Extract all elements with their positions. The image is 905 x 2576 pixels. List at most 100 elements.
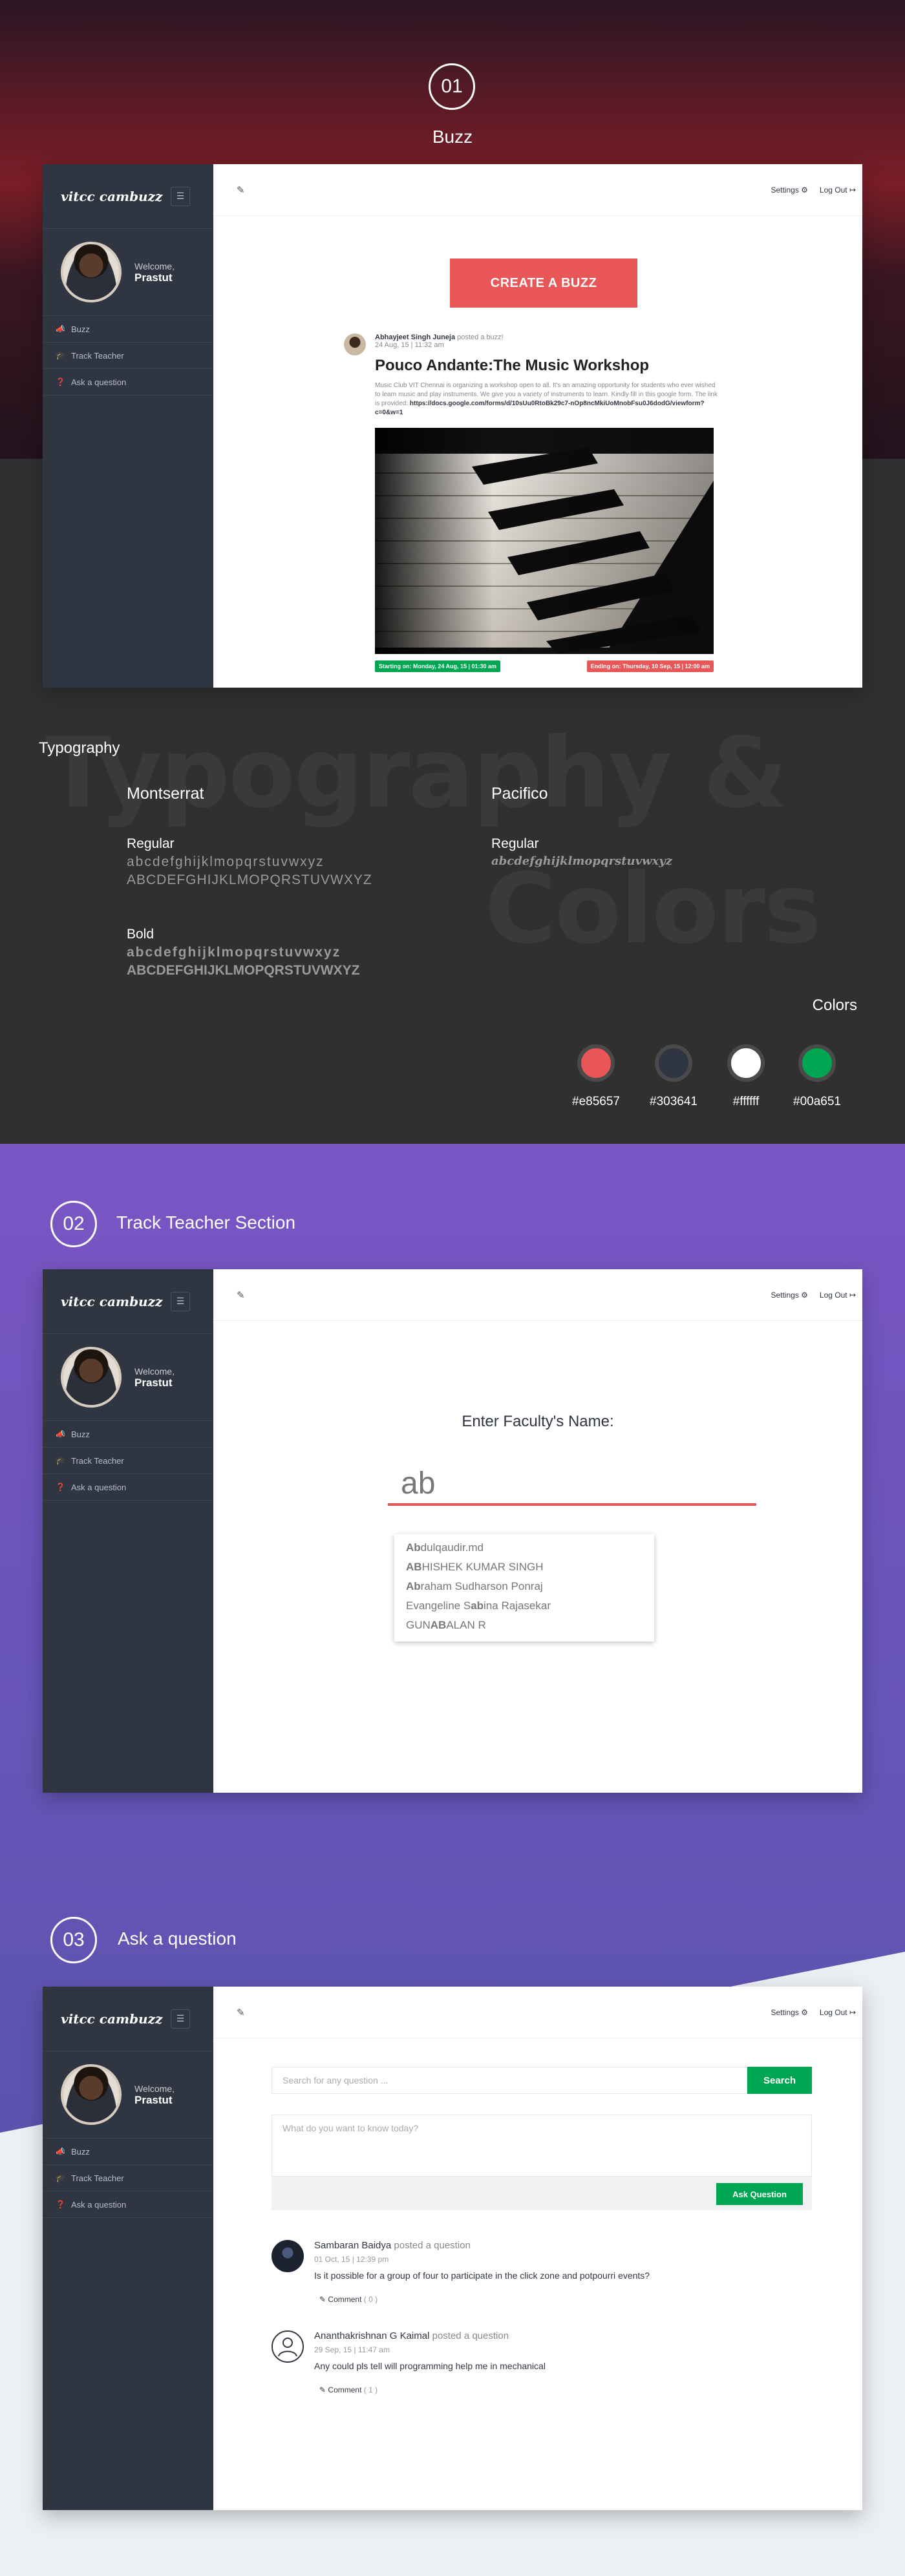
- comment-link[interactable]: ✎ Comment ( 0 ): [319, 2295, 650, 2304]
- sidebar-item-ask-question[interactable]: ❓ Ask a question: [43, 2191, 213, 2218]
- end-date-badge: Ending on: Thursday, 10 Sep, 15 | 12:00 …: [586, 660, 714, 672]
- question-icon: ❓: [56, 2200, 65, 2209]
- avatar[interactable]: [61, 1347, 122, 1408]
- color-swatch-red: [577, 1044, 615, 1082]
- user-name: Prastut: [134, 271, 173, 284]
- regular-lowercase-sample: abcdefghijklmopqrstuvwxyz: [127, 854, 325, 869]
- question-author[interactable]: Sambaran Baidya: [314, 2240, 391, 2251]
- logout-link[interactable]: Log Out ↦: [820, 1291, 856, 1300]
- question-date: 01 Oct, 15 | 12:39 pm: [314, 2255, 389, 2264]
- faculty-name-input[interactable]: [388, 1463, 756, 1506]
- sidebar-item-label: Buzz: [71, 2146, 90, 2157]
- sidebar-item-label: Ask a question: [71, 377, 127, 387]
- app-window-ask: vitcc cambuzz ☰ Welcome, Prastut 📣 Buzz 🎓 T…: [43, 1987, 862, 2510]
- app-logo[interactable]: vitcc cambuzz: [61, 1294, 162, 1309]
- post-date: 24 Aug, 15 | 11:32 am: [375, 341, 444, 349]
- section-title-buzz: Buzz: [432, 127, 473, 147]
- comment-icon: ✎: [319, 2385, 326, 2394]
- user-profile: Welcome, Prastut: [43, 1334, 213, 1421]
- color-swatch-green: [798, 1044, 836, 1082]
- app-window-buzz: vitcc cambuzz ☰ Welcome, Prastut 📣 Buzz 🎓 T…: [43, 164, 862, 688]
- settings-link[interactable]: Settings ⚙: [771, 1291, 807, 1300]
- section-title-ask: Ask a question: [118, 1928, 237, 1948]
- edit-icon[interactable]: ✎: [237, 1289, 245, 1301]
- welcome-text: Welcome,: [134, 2084, 175, 2094]
- sidebar-item-buzz[interactable]: 📣 Buzz: [43, 316, 213, 343]
- menu-toggle-icon[interactable]: ☰: [171, 1291, 190, 1311]
- question-textarea[interactable]: What do you want to know today?: [272, 2115, 812, 2177]
- edit-icon[interactable]: ✎: [237, 184, 245, 196]
- sidebar-item-label: Buzz: [71, 324, 90, 334]
- question-icon: ❓: [56, 377, 65, 386]
- suggestion-item[interactable]: Abdulqaudir.md: [406, 1538, 643, 1557]
- user-profile: Welcome, Prastut: [43, 2051, 213, 2138]
- sidebar-item-label: Track Teacher: [71, 1455, 124, 1466]
- question-author[interactable]: Ananthakrishnan G Kaimal: [314, 2330, 429, 2341]
- post-title: Pouco Andante:The Music Workshop: [375, 357, 650, 374]
- faculty-prompt: Enter Faculty's Name:: [462, 1413, 614, 1430]
- comment-icon: ✎: [319, 2295, 326, 2304]
- logout-link[interactable]: Log Out ↦: [820, 185, 856, 195]
- app-window-track: vitcc cambuzz ☰ Welcome, Prastut 📣 Buzz 🎓 T…: [43, 1269, 862, 1793]
- user-name: Prastut: [134, 2094, 173, 2106]
- bold-label: Bold: [127, 927, 154, 942]
- suggestion-item[interactable]: GUNABALAN R: [406, 1616, 643, 1635]
- sidebar: vitcc cambuzz ☰ Welcome, Prastut 📣 Buzz 🎓 T…: [43, 164, 213, 688]
- sidebar-item-buzz[interactable]: 📣 Buzz: [43, 1421, 213, 1448]
- question-author-avatar[interactable]: [272, 2240, 304, 2272]
- question-author-avatar[interactable]: [272, 2330, 304, 2363]
- avatar[interactable]: [61, 2064, 122, 2125]
- color-swatch-dark: [655, 1044, 692, 1082]
- suggestion-item[interactable]: ABHISHEK KUMAR SINGH: [406, 1557, 643, 1577]
- question-text: Any could pls tell will programming help…: [314, 2361, 546, 2371]
- settings-link[interactable]: Settings ⚙: [771, 185, 807, 195]
- welcome-text: Welcome,: [134, 1366, 175, 1377]
- menu-toggle-icon[interactable]: ☰: [171, 2009, 190, 2029]
- graduation-cap-icon: 🎓: [56, 351, 65, 360]
- megaphone-icon: 📣: [56, 1430, 65, 1439]
- sidebar-item-buzz[interactable]: 📣 Buzz: [43, 2138, 213, 2165]
- post-author-avatar[interactable]: [344, 333, 366, 355]
- suggestion-item[interactable]: Abraham Sudharson Ponraj: [406, 1577, 643, 1596]
- color-hex-red: #e85657: [572, 1095, 620, 1108]
- post-image-piano: [375, 428, 714, 654]
- settings-link[interactable]: Settings ⚙: [771, 2008, 807, 2017]
- question-icon: ❓: [56, 1483, 65, 1492]
- app-logo[interactable]: vitcc cambuzz: [61, 2011, 162, 2027]
- create-buzz-button[interactable]: CREATE A BUZZ: [450, 259, 637, 308]
- sidebar-item-track-teacher[interactable]: 🎓 Track Teacher: [43, 343, 213, 369]
- sidebar-item-track-teacher[interactable]: 🎓 Track Teacher: [43, 1448, 213, 1474]
- logout-link[interactable]: Log Out ↦: [820, 2008, 856, 2017]
- regular-label: Regular: [127, 836, 175, 851]
- font-name-montserrat: Montserrat: [127, 785, 204, 803]
- app-logo[interactable]: vitcc cambuzz: [61, 189, 162, 204]
- sidebar: vitcc cambuzz ☰ Welcome, Prastut 📣 Buzz 🎓 T…: [43, 1269, 213, 1793]
- avatar[interactable]: [61, 242, 122, 302]
- edit-icon[interactable]: ✎: [237, 2007, 245, 2018]
- font-name-pacifico: Pacifico: [491, 785, 548, 803]
- sidebar-item-ask-question[interactable]: ❓ Ask a question: [43, 1474, 213, 1501]
- post-action: posted a buzz!: [457, 333, 504, 341]
- post-link[interactable]: https://docs.google.com/forms/d/10sUu0Rt…: [375, 400, 705, 416]
- sidebar-item-label: Ask a question: [71, 1482, 127, 1492]
- color-hex-white: #ffffff: [732, 1095, 760, 1108]
- question-date: 29 Sep, 15 | 11:47 am: [314, 2345, 390, 2354]
- post-meta: Abhayjeet Singh Juneja posted a buzz! 24…: [375, 333, 504, 349]
- menu-toggle-icon[interactable]: ☰: [171, 186, 190, 206]
- bold-lowercase-sample: abcdefghijklmopqrstuvwxyz: [127, 945, 341, 960]
- section-title-track: Track Teacher Section: [116, 1212, 296, 1232]
- comment-link[interactable]: ✎ Comment ( 1 ): [319, 2385, 546, 2394]
- sidebar-item-track-teacher[interactable]: 🎓 Track Teacher: [43, 2165, 213, 2191]
- sidebar-item-label: Track Teacher: [71, 2173, 124, 2183]
- graduation-cap-icon: 🎓: [56, 1456, 65, 1465]
- post-author[interactable]: Abhayjeet Singh Juneja: [375, 333, 455, 341]
- suggestion-item[interactable]: Evangeline Sabina Rajasekar: [406, 1596, 643, 1616]
- bold-uppercase-sample: ABCDEFGHIJKLMOPQRSTUVWXYZ: [127, 963, 360, 978]
- colors-heading: Colors: [812, 997, 857, 1014]
- user-name: Prastut: [134, 1377, 173, 1389]
- question-search-input[interactable]: Search for any question ...: [272, 2067, 747, 2094]
- search-button[interactable]: Search: [747, 2067, 812, 2094]
- sidebar-item-ask-question[interactable]: ❓ Ask a question: [43, 369, 213, 396]
- megaphone-icon: 📣: [56, 324, 65, 333]
- ask-question-button[interactable]: Ask Question: [716, 2183, 803, 2205]
